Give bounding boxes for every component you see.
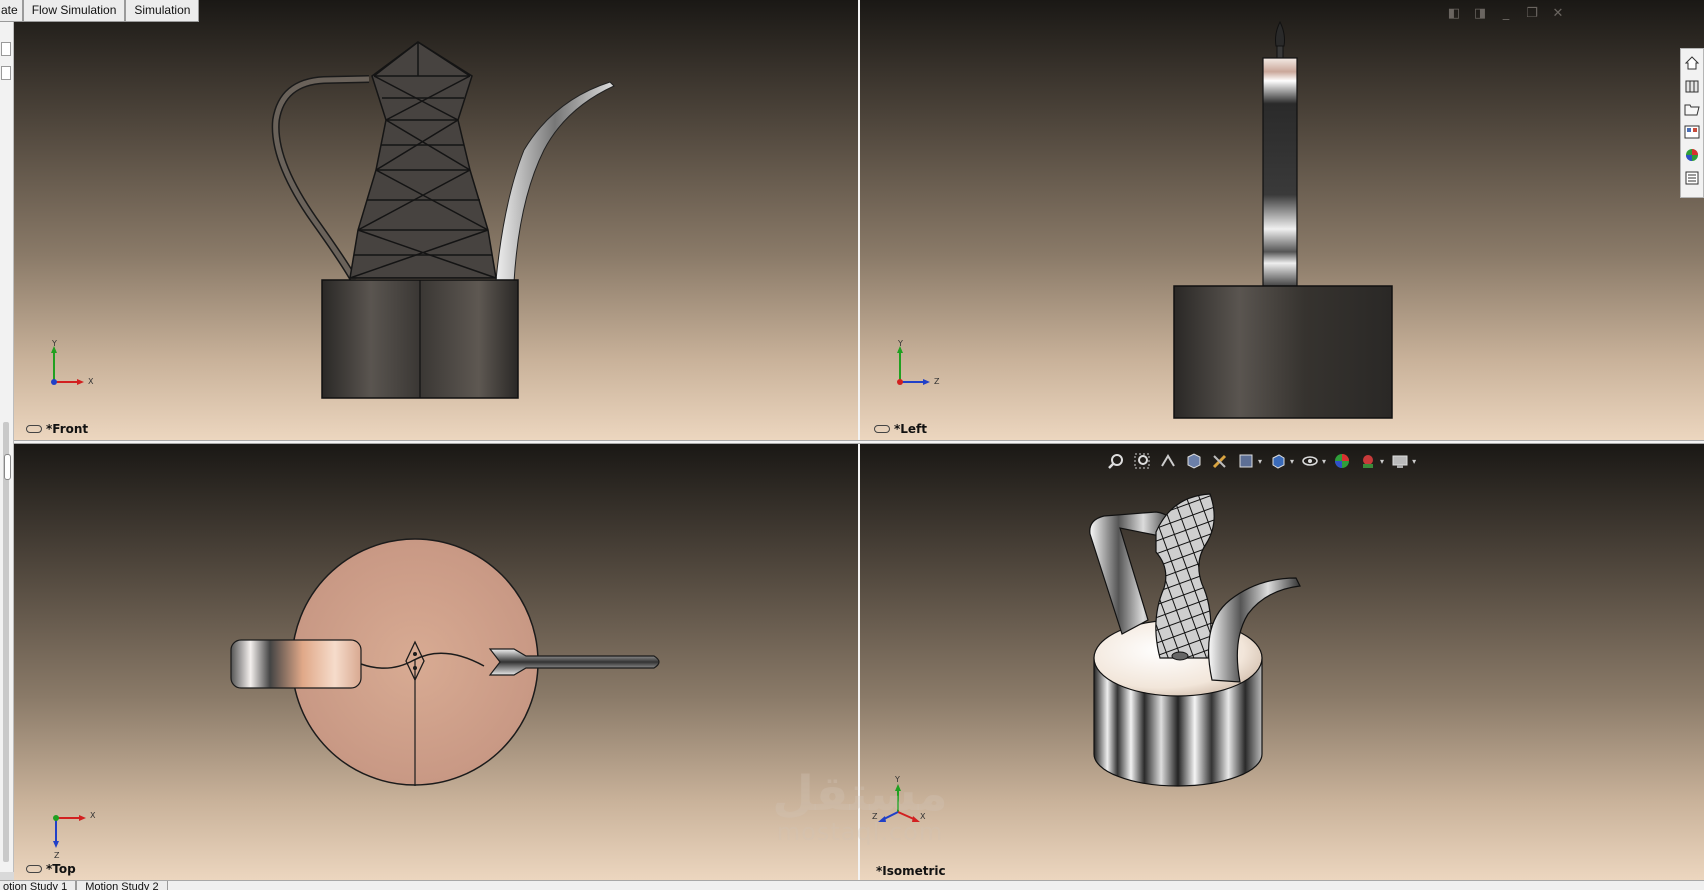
chevron-down-icon[interactable]: ▾ — [1290, 457, 1294, 466]
view-label-left: *Left — [874, 422, 927, 436]
custom-properties-icon[interactable] — [1683, 168, 1701, 188]
zoom-to-fit-icon[interactable] — [1106, 451, 1126, 471]
front-view-model — [271, 41, 615, 399]
tile-horizontal-icon[interactable]: ◧ — [1446, 6, 1462, 22]
axis-label-x: X — [88, 377, 94, 386]
edit-appearance-icon[interactable] — [1332, 451, 1352, 471]
design-library-icon[interactable] — [1683, 76, 1701, 96]
tab-flow-simulation[interactable]: Flow Simulation — [22, 0, 126, 22]
tab-simulation[interactable]: Simulation — [125, 0, 200, 22]
link-views-icon[interactable] — [26, 425, 42, 433]
task-pane-tabs — [1680, 48, 1704, 198]
axis-triad-front: Y X — [46, 338, 106, 398]
axis-label-x: X — [920, 812, 926, 821]
axis-triad-left: Y Z — [892, 338, 952, 398]
hide-show-icon[interactable] — [1300, 451, 1320, 471]
viewport-front[interactable]: Y X *Front — [14, 0, 858, 440]
file-explorer-icon[interactable] — [1683, 99, 1701, 119]
chevron-down-icon[interactable]: ▾ — [1380, 457, 1384, 466]
axis-label-z: Z — [934, 377, 940, 386]
link-views-icon[interactable] — [26, 865, 42, 873]
tile-vertical-icon[interactable]: ◨ — [1472, 6, 1488, 22]
command-manager-tabs: ate Flow Simulation Simulation — [0, 0, 200, 22]
panel-expand-arrow[interactable] — [1, 66, 11, 80]
chevron-down-icon[interactable]: ▾ — [1322, 457, 1326, 466]
view-label-top: *Top — [26, 862, 76, 876]
bottom-tab-bar: otion Study 1 Motion Study 2 — [0, 880, 1704, 890]
viewport-left[interactable]: Y Z *Left — [860, 0, 1704, 440]
axis-label-y: Y — [895, 775, 900, 784]
vertical-scrollbar[interactable] — [3, 422, 9, 862]
feature-manager-collapsed — [0, 22, 14, 872]
viewport-top[interactable]: X Z *Top — [14, 444, 858, 880]
tab-motion-study-2[interactable]: Motion Study 2 — [76, 881, 168, 890]
top-view-model — [230, 538, 660, 786]
viewport-isometric[interactable]: ▾ ▾ ▾ ▾ ▾ Y X Z *Isometric — [860, 444, 1704, 880]
dynamic-annotation-icon[interactable] — [1210, 451, 1230, 471]
panel-toggle[interactable] — [1, 42, 11, 56]
view-palette-icon[interactable] — [1683, 122, 1701, 142]
axis-triad-isometric: Y X Z — [870, 774, 930, 834]
tab-evaluate[interactable]: ate — [0, 0, 23, 22]
view-name: *Left — [894, 422, 928, 436]
home-icon[interactable] — [1683, 53, 1701, 73]
view-label-front: *Front — [26, 422, 88, 436]
minimize-icon[interactable]: _ — [1498, 6, 1514, 22]
heads-up-view-toolbar: ▾ ▾ ▾ ▾ ▾ — [1106, 450, 1416, 472]
axis-label-z: Z — [872, 812, 878, 821]
axis-label-z: Z — [54, 851, 60, 860]
chevron-down-icon[interactable]: ▾ — [1258, 457, 1262, 466]
splitter-handle[interactable] — [4, 454, 11, 480]
apply-scene-icon[interactable] — [1358, 451, 1378, 471]
left-view-model — [1173, 20, 1393, 419]
link-views-icon[interactable] — [874, 425, 890, 433]
view-label-isometric: *Isometric — [876, 864, 946, 878]
view-settings-icon[interactable] — [1390, 451, 1410, 471]
view-name: *Top — [46, 862, 76, 876]
previous-view-icon[interactable] — [1158, 451, 1178, 471]
window-controls: ◧ ◨ _ ❐ ✕ — [1446, 6, 1566, 22]
view-orientation-icon[interactable] — [1236, 451, 1256, 471]
axis-triad-top: X Z — [48, 806, 108, 866]
display-style-icon[interactable] — [1268, 451, 1288, 471]
axis-label-x: X — [90, 811, 96, 820]
solidworks-window: ate Flow Simulation Simulation Y X *Fron… — [0, 0, 1704, 890]
restore-icon[interactable]: ❐ — [1524, 6, 1540, 22]
view-name: *Isometric — [876, 864, 946, 878]
isometric-view-model — [1089, 493, 1301, 787]
zoom-to-area-icon[interactable] — [1132, 451, 1152, 471]
axis-label-y: Y — [52, 339, 57, 348]
appearances-icon[interactable] — [1683, 145, 1701, 165]
viewport-splitter-horizontal[interactable] — [14, 440, 1704, 444]
section-view-icon[interactable] — [1184, 451, 1204, 471]
close-icon[interactable]: ✕ — [1550, 6, 1566, 22]
axis-label-y: Y — [898, 339, 903, 348]
view-name: *Front — [46, 422, 89, 436]
tab-motion-study-1[interactable]: otion Study 1 — [0, 881, 77, 890]
chevron-down-icon[interactable]: ▾ — [1412, 457, 1416, 466]
